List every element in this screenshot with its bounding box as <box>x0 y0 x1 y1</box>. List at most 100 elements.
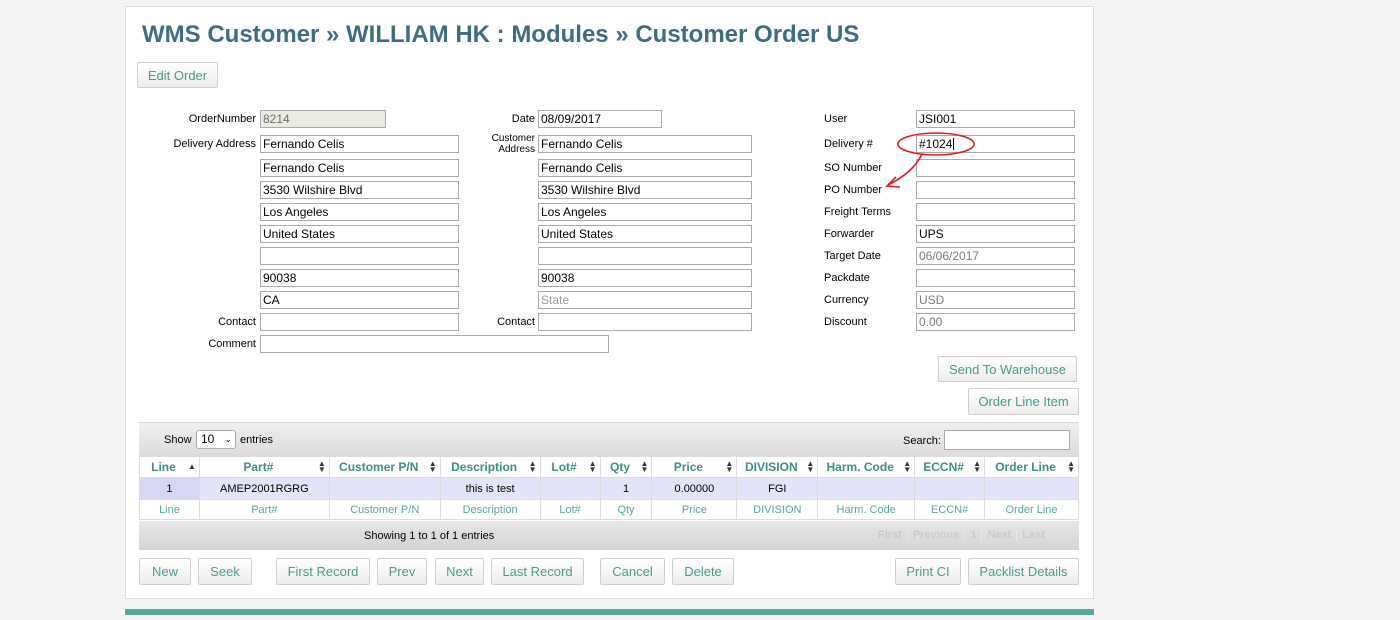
next-button[interactable]: Next <box>435 558 484 585</box>
packdate-field[interactable] <box>916 269 1075 287</box>
customer-address-line-1[interactable]: Fernando Celis <box>538 135 752 153</box>
print-ci-button[interactable]: Print CI <box>895 558 961 585</box>
col-price[interactable]: Price ▲ ▼ <box>651 456 738 478</box>
cell-division: FGI <box>736 477 819 500</box>
col-part[interactable]: Part# ▲ ▼ <box>198 456 330 478</box>
customer-address-zip[interactable]: 90038 <box>538 269 752 287</box>
pager-first[interactable]: First <box>873 529 907 541</box>
customer-contact-label: Contact <box>497 316 535 328</box>
customer-address-line-3[interactable]: 3530 Wilshire Blvd <box>538 181 752 199</box>
delivery-address-zip[interactable]: 90038 <box>260 269 459 287</box>
forwarder-field[interactable]: UPS <box>916 225 1075 243</box>
target-date-field[interactable]: 06/06/2017 <box>916 247 1075 265</box>
cell-harm-code <box>817 477 916 500</box>
last-record-button[interactable]: Last Record <box>491 558 584 585</box>
delivery-address-country[interactable]: United States <box>260 225 459 243</box>
col-division[interactable]: DIVISION ▲ ▼ <box>736 456 819 478</box>
order-line-item-button[interactable]: Order Line Item <box>968 388 1079 415</box>
send-to-warehouse-button[interactable]: Send To Warehouse <box>938 356 1077 382</box>
col-eccn[interactable]: ECCN# ▲ ▼ <box>914 456 986 478</box>
table-info: Showing 1 to 1 of 1 entries <box>364 530 495 542</box>
date-label: Date <box>511 113 535 125</box>
packlist-details-button[interactable]: Packlist Details <box>968 558 1079 585</box>
sort-icon: ▲ ▼ <box>317 459 326 474</box>
entries-label: entries <box>240 434 274 446</box>
contact-field[interactable] <box>260 313 459 331</box>
delivery-address-city[interactable]: Los Angeles <box>260 203 459 221</box>
order-number-field[interactable]: 8214 <box>260 110 386 128</box>
pager-previous[interactable]: Previous <box>906 529 964 541</box>
customer-address-country[interactable]: United States <box>538 225 752 243</box>
forwarder-label: Forwarder <box>824 228 875 240</box>
footer-customer-pn: Customer P/N <box>328 499 441 520</box>
delivery-number-label: Delivery # <box>824 138 873 150</box>
delivery-address-line-3[interactable]: 3530 Wilshire Blvd <box>260 181 459 199</box>
delete-button[interactable]: Delete <box>672 558 734 585</box>
delivery-address-label: Delivery Address <box>173 138 256 150</box>
entries-select[interactable]: 10 ⌄ <box>196 430 236 449</box>
customer-address-label-line-2: Address <box>498 144 535 155</box>
discount-label: Discount <box>824 316 867 328</box>
footer-eccn: ECCN# <box>914 499 986 520</box>
delivery-address-line-1[interactable]: Fernando Celis <box>260 135 459 153</box>
comment-field[interactable] <box>260 335 609 353</box>
freight-terms-field[interactable] <box>916 203 1075 221</box>
table-search-input[interactable] <box>944 430 1070 450</box>
footer-part: Part# <box>198 499 330 520</box>
page-title: WMS Customer » WILLIAM HK : Modules » Cu… <box>142 21 860 48</box>
cell-part: AMEP2001RGRG <box>198 477 330 500</box>
search-label: Search: <box>903 435 941 447</box>
packdate-label: Packdate <box>824 272 870 284</box>
delivery-address-state[interactable]: CA <box>260 291 459 309</box>
cell-lot <box>539 477 601 500</box>
cell-line: 1 <box>139 477 200 500</box>
show-label: Show <box>164 434 192 446</box>
first-record-button[interactable]: First Record <box>276 558 370 585</box>
sort-icon: ▲ ▼ <box>1067 459 1075 474</box>
cell-order-line <box>984 477 1079 500</box>
footer-lot: Lot# <box>539 499 601 520</box>
sort-icon: ▲ ▼ <box>725 459 734 474</box>
sort-icon: ▲ ▼ <box>806 459 815 474</box>
customer-contact-field[interactable] <box>538 313 752 331</box>
new-button[interactable]: New <box>139 558 191 585</box>
user-field[interactable]: JSI001 <box>916 110 1075 128</box>
cancel-button[interactable]: Cancel <box>600 558 665 585</box>
customer-address-line-2[interactable]: Fernando Celis <box>538 159 752 177</box>
customer-address-label: Customer Address <box>456 133 535 155</box>
delivery-address-line-2[interactable]: Fernando Celis <box>260 159 459 177</box>
edit-order-button[interactable]: Edit Order <box>137 62 218 88</box>
currency-label: Currency <box>824 294 869 306</box>
table-row[interactable]: 1 AMEP2001RGRG this is test 1 0.00000 FG… <box>139 477 1079 500</box>
col-order-line[interactable]: Order Line ▲ ▼ <box>984 456 1079 478</box>
freight-terms-label: Freight Terms <box>824 206 892 218</box>
table-footer-row: Line Part# Customer P/N Description Lot#… <box>139 499 1079 520</box>
col-description[interactable]: Description ▲ ▼ <box>439 456 541 478</box>
col-customer-pn[interactable]: Customer P/N ▲ ▼ <box>328 456 441 478</box>
customer-address-state[interactable]: State <box>538 291 752 309</box>
prev-button[interactable]: Prev <box>377 558 427 585</box>
comment-label: Comment <box>208 338 256 350</box>
pager-page[interactable]: 1 <box>964 529 981 541</box>
delivery-address-line-6[interactable] <box>260 247 459 265</box>
customer-address-city[interactable]: Los Angeles <box>538 203 752 221</box>
currency-field[interactable]: USD <box>916 291 1075 309</box>
sort-icon: ▲ ▼ <box>903 459 912 474</box>
date-field[interactable]: 08/09/2017 <box>538 110 662 128</box>
target-date-label: Target Date <box>824 250 881 262</box>
col-lot[interactable]: Lot# ▲ ▼ <box>539 456 601 478</box>
customer-address-label-line-1: Customer <box>491 133 535 144</box>
col-qty[interactable]: Qty ▲ ▼ <box>599 456 653 478</box>
so-number-label: SO Number <box>824 162 883 174</box>
pager-next[interactable]: Next <box>981 529 1016 541</box>
col-line[interactable]: Line ▲ <box>139 456 200 478</box>
customer-address-line-6[interactable] <box>538 247 752 265</box>
table-header-row: Line ▲ Part# ▲ ▼ Customer P/N ▲ ▼ Description… <box>139 456 1079 478</box>
cell-eccn <box>914 477 986 500</box>
discount-field[interactable]: 0.00 <box>916 313 1075 331</box>
seek-button[interactable]: Seek <box>198 558 252 585</box>
sort-icon: ▲ ▼ <box>640 459 649 474</box>
table-toolbar: Show 10 ⌄ entries Search: <box>139 422 1079 456</box>
pager-last[interactable]: Last <box>1016 529 1050 541</box>
col-harm-code[interactable]: Harm. Code ▲ ▼ <box>817 456 916 478</box>
